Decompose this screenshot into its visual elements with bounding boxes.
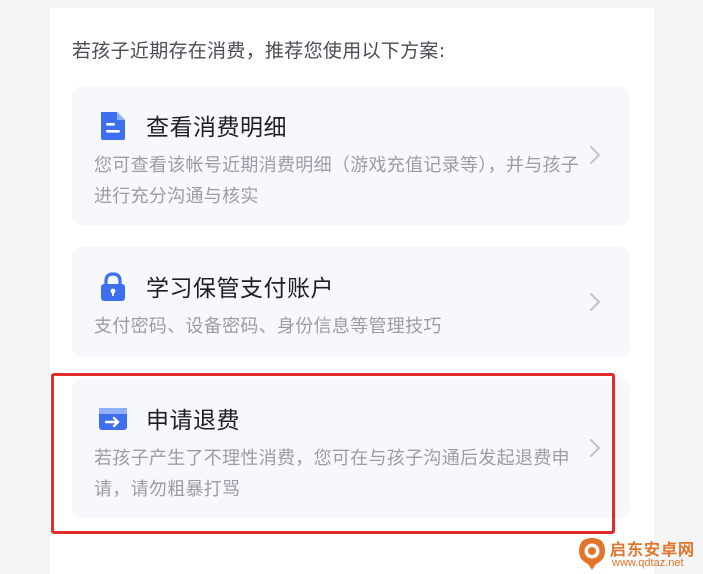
card-description: 支付密码、设备密码、身份信息等管理技巧 xyxy=(94,316,442,337)
lock-icon xyxy=(101,272,125,301)
refund-card-icon xyxy=(99,408,127,430)
page: 若孩子近期存在消费，推荐您使用以下方案: 查看消费明细 您可查看该帐号近期消费明… xyxy=(0,0,703,574)
chevron-right-icon xyxy=(590,439,600,457)
intro-text: 若孩子近期存在消费，推荐您使用以下方案: xyxy=(72,40,446,62)
watermark-url: www.qdtaz.net xyxy=(612,557,684,569)
request-refund-card[interactable]: 申请退费 若孩子产生了不理性消费，您可在与孩子沟通后发起退费申请，请勿粗暴打骂 xyxy=(72,379,630,518)
content-panel-bottom xyxy=(50,556,654,574)
card-description: 若孩子产生了不理性消费，您可在与孩子沟通后发起退费申请，请勿粗暴打骂 xyxy=(94,448,570,500)
chevron-right-icon xyxy=(590,146,600,164)
card-title: 查看消费明细 xyxy=(146,115,287,141)
card-title: 学习保管支付账户 xyxy=(146,276,334,302)
chevron-right-icon xyxy=(590,293,600,311)
view-spending-details-card[interactable]: 查看消费明细 您可查看该帐号近期消费明细（游戏充值记录等），并与孩子进行充分沟通… xyxy=(72,86,630,225)
card-description: 您可查看该帐号近期消费明细（游戏充值记录等），并与孩子进行充分沟通与核实 xyxy=(94,155,580,207)
document-icon xyxy=(101,112,125,140)
watermark-logo-icon xyxy=(579,538,605,570)
site-watermark: 启东安卓网 www.qdtaz.net xyxy=(572,534,703,574)
card-title: 申请退费 xyxy=(146,408,240,434)
secure-payment-account-card[interactable]: 学习保管支付账户 支付密码、设备密码、身份信息等管理技巧 xyxy=(72,247,630,357)
